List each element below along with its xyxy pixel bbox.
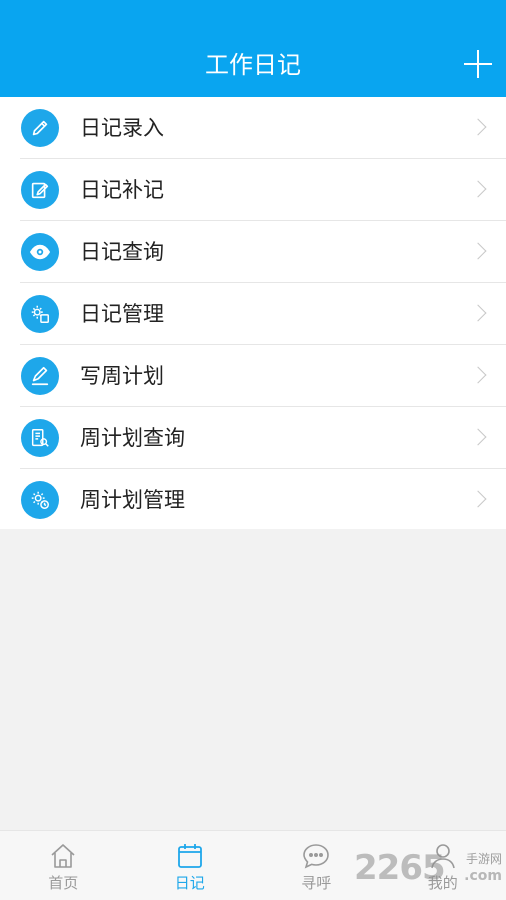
gear-clock-icon — [21, 481, 59, 519]
tab-diary[interactable]: 日记 — [127, 831, 254, 900]
menu-item-label: 写周计划 — [80, 364, 164, 388]
menu-item-diary-supplement[interactable]: 日记补记 — [0, 159, 506, 221]
pencil-icon — [21, 109, 59, 147]
chevron-right-icon — [469, 428, 487, 446]
menu-item-label: 周计划查询 — [80, 426, 185, 450]
menu-item-diary-entry[interactable]: 日记录入 — [0, 97, 506, 159]
menu-item-label: 日记查询 — [80, 240, 164, 264]
menu-item-diary-query[interactable]: 日记查询 — [0, 221, 506, 283]
chat-bubble-icon — [301, 841, 331, 871]
watermark-logo: 2265 手游网 .com — [354, 846, 504, 888]
menu-item-weekly-plan-query[interactable]: 周计划查询 — [0, 407, 506, 469]
watermark-number: 2265 — [354, 848, 446, 888]
tab-home[interactable]: 首页 — [0, 831, 127, 900]
edit-note-icon — [21, 171, 59, 209]
watermark-text-top: 手游网 — [465, 852, 502, 866]
app-screen: 工作日记 日记录入 日记补记 日记查询 日记管理 写周计划 周计划查询 周计划管… — [0, 0, 506, 900]
tab-label: 首页 — [48, 874, 79, 892]
menu-item-label: 日记补记 — [80, 178, 164, 202]
menu-list: 日记录入 日记补记 日记查询 日记管理 写周计划 周计划查询 周计划管理 — [0, 97, 506, 529]
add-button[interactable] — [462, 48, 494, 80]
document-search-icon — [21, 419, 59, 457]
pen-write-icon — [21, 357, 59, 395]
eye-icon — [21, 233, 59, 271]
chevron-right-icon — [469, 118, 487, 136]
menu-item-weekly-plan-manage[interactable]: 周计划管理 — [0, 469, 506, 531]
watermark-text-bottom: .com — [464, 868, 502, 884]
menu-item-label: 日记管理 — [80, 302, 164, 326]
page-title: 工作日记 — [205, 51, 301, 79]
home-icon — [48, 841, 78, 871]
menu-item-diary-manage[interactable]: 日记管理 — [0, 283, 506, 345]
calendar-icon — [175, 841, 205, 871]
tab-label: 日记 — [174, 874, 205, 892]
chevron-right-icon — [469, 490, 487, 508]
menu-item-label: 周计划管理 — [80, 488, 185, 512]
gear-document-icon — [21, 295, 59, 333]
header-bar: 工作日记 — [0, 0, 506, 97]
chevron-right-icon — [469, 242, 487, 260]
chevron-right-icon — [469, 304, 487, 322]
chevron-right-icon — [469, 180, 487, 198]
chevron-right-icon — [469, 366, 487, 384]
menu-item-label: 日记录入 — [80, 116, 164, 140]
menu-item-write-weekly-plan[interactable]: 写周计划 — [0, 345, 506, 407]
